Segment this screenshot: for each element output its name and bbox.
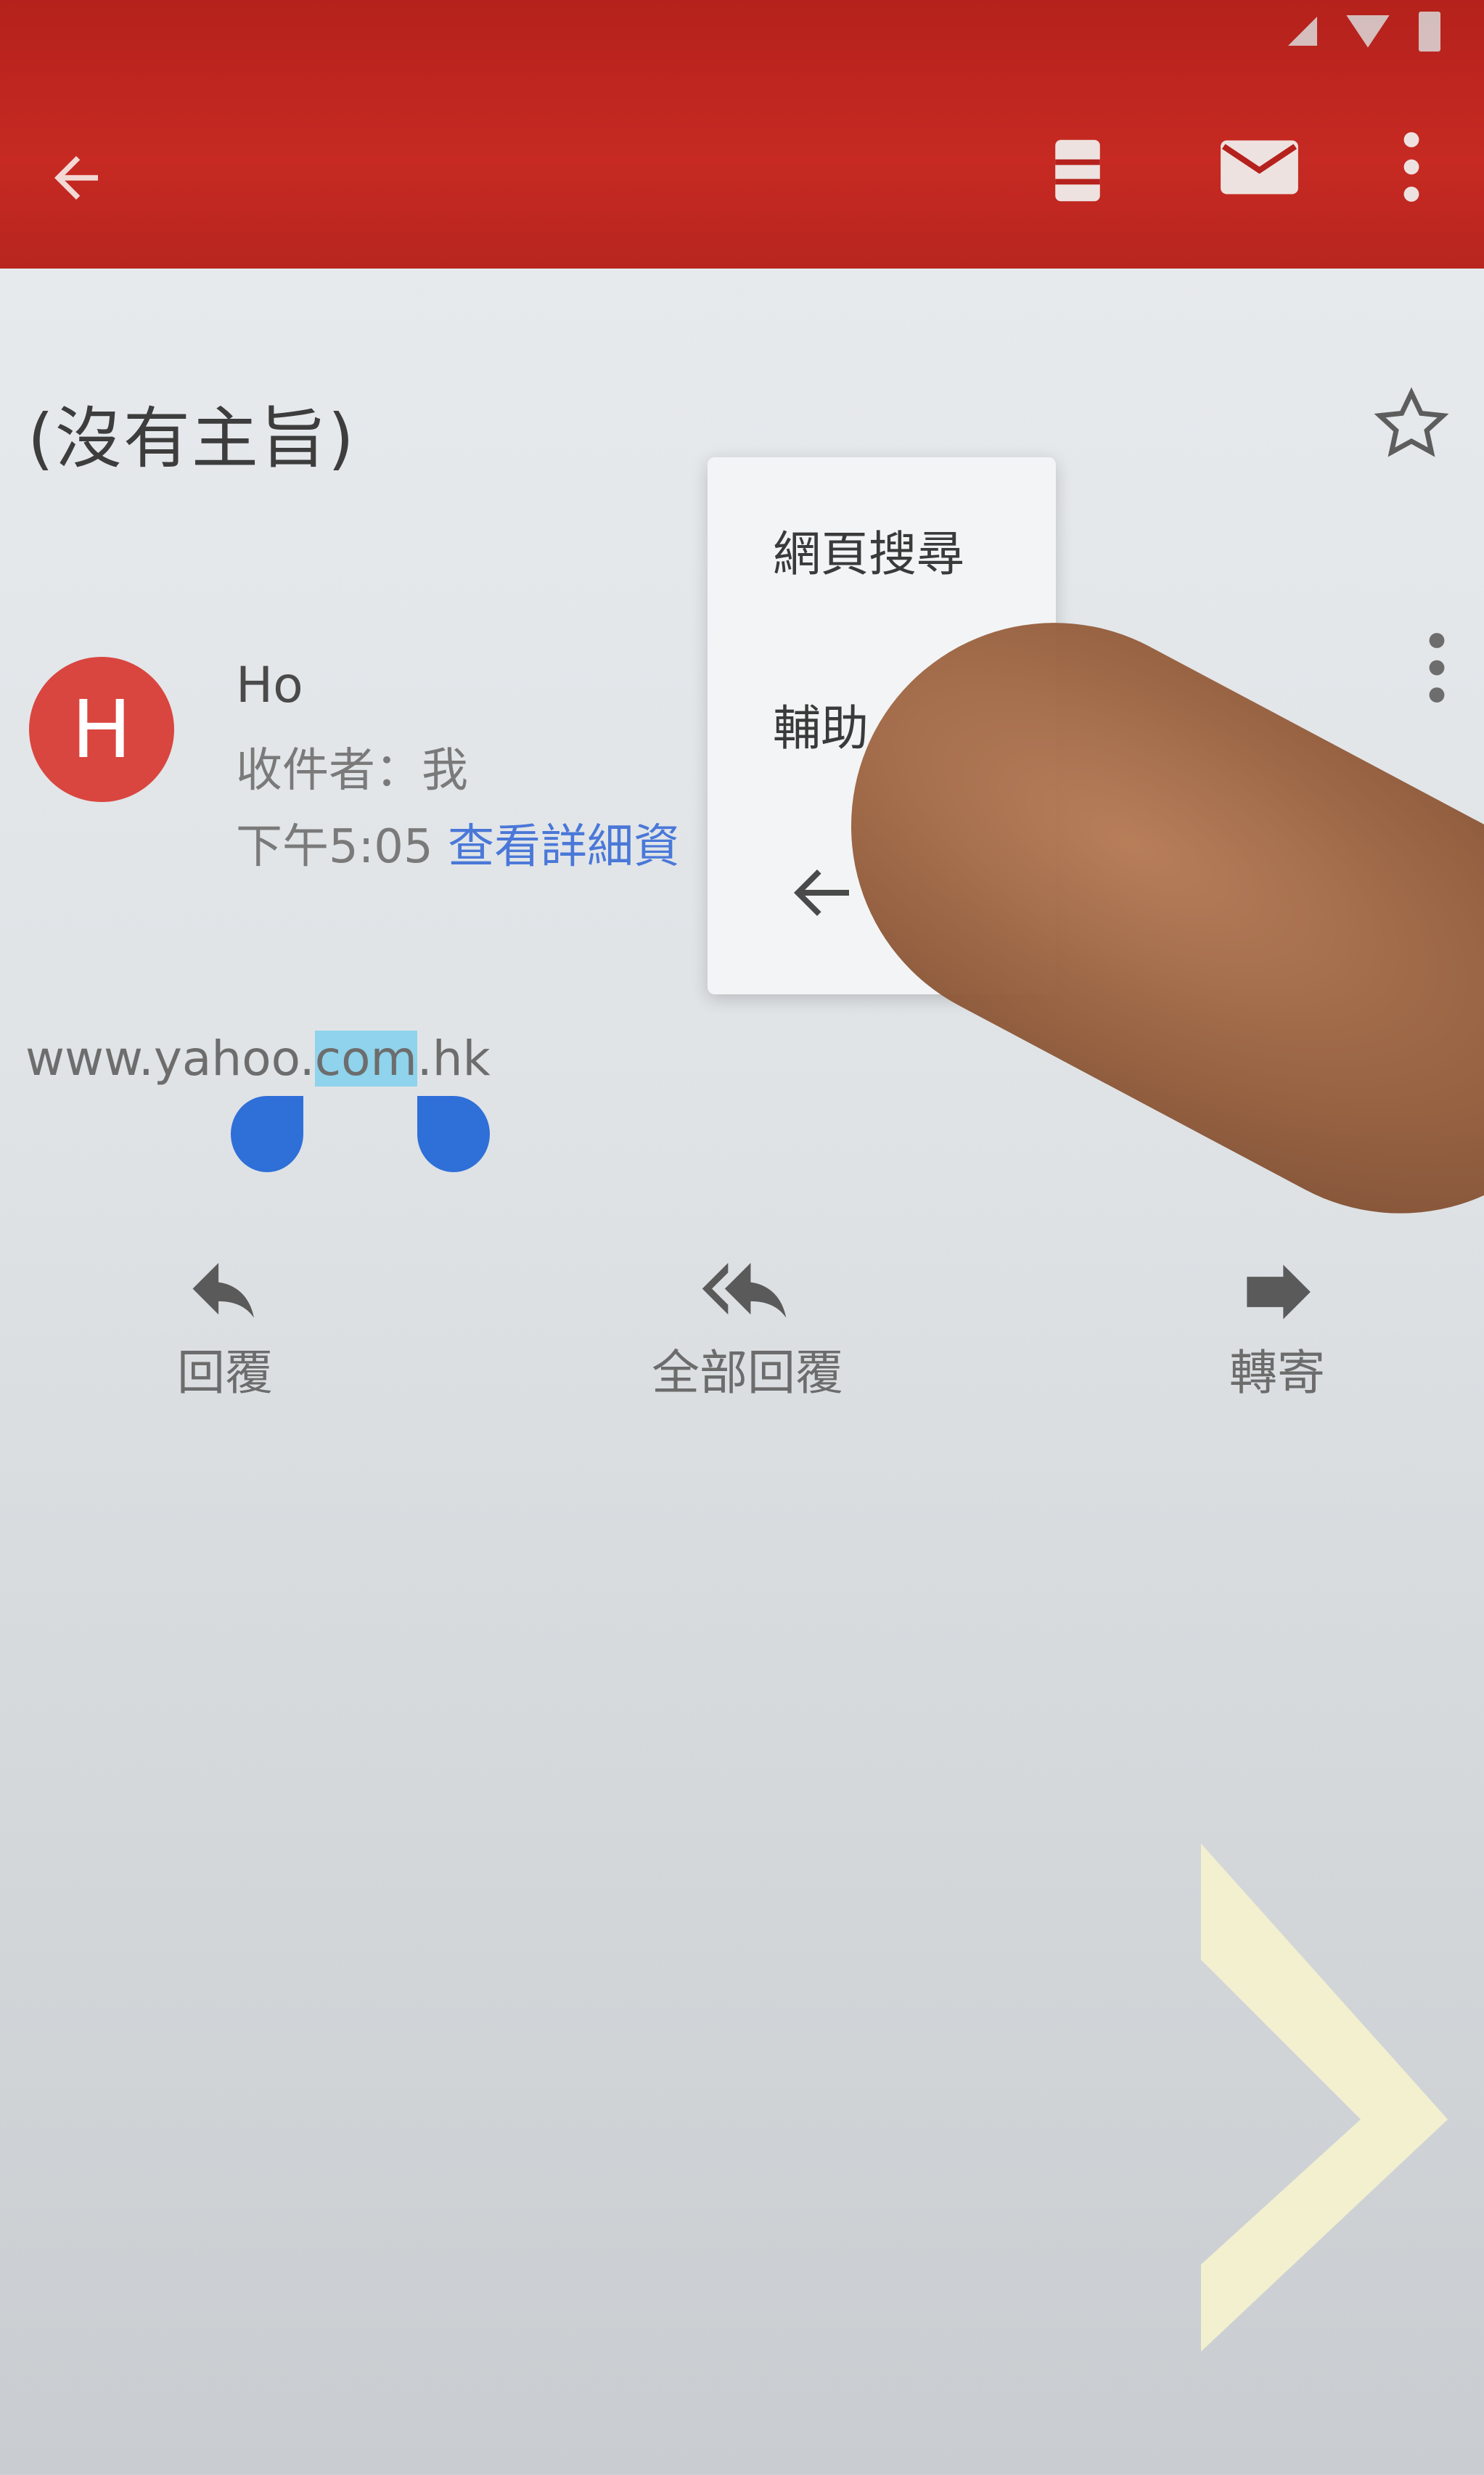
recipient-line: 收件者：我 [236, 744, 468, 798]
more-vert-icon [1403, 132, 1419, 202]
battery-icon [1419, 11, 1440, 52]
reply-button[interactable]: 回覆 [160, 1263, 290, 1404]
back-button[interactable] [36, 138, 116, 218]
wifi-icon [1346, 15, 1390, 48]
mark-unread-button[interactable] [1212, 127, 1306, 207]
reply-all-icon [702, 1263, 787, 1318]
selected-text[interactable]: com [314, 1031, 417, 1087]
body-text-prefix: www.yahoo. [25, 1031, 315, 1087]
reply-all-button[interactable]: 全部回覆 [639, 1263, 856, 1404]
next-arrow-icon[interactable] [1201, 1844, 1455, 2352]
body-text-suffix: .hk [417, 1031, 491, 1087]
signal-icon [1288, 17, 1317, 46]
email-time: 下午5:05 [236, 820, 433, 874]
menu-item-assist[interactable]: 輔助 [773, 690, 869, 759]
app-bar [0, 0, 1484, 269]
more-options-button[interactable] [1379, 123, 1444, 210]
selection-handle-end[interactable] [417, 1096, 490, 1172]
star-outline-icon[interactable] [1372, 385, 1451, 465]
menu-item-web-search[interactable]: 網頁搜尋 [773, 515, 964, 585]
arrow-back-icon [54, 156, 98, 200]
selection-handle-start[interactable] [231, 1096, 303, 1172]
time-line: 下午5:05 查看詳細資 [236, 809, 680, 876]
forward-label: 轉寄 [1229, 1345, 1325, 1401]
status-bar [1288, 6, 1440, 57]
message-more-icon[interactable] [1419, 631, 1455, 704]
forward-icon [1247, 1264, 1311, 1320]
email-subject: (沒有主旨) [28, 400, 356, 478]
sender-name: Ho [236, 657, 303, 714]
view-details-link[interactable]: 查看詳細資 [448, 820, 680, 874]
archive-button[interactable] [1038, 131, 1118, 210]
reply-icon [192, 1263, 254, 1318]
forward-button[interactable]: 轉寄 [1205, 1263, 1350, 1404]
reply-label: 回覆 [177, 1345, 273, 1401]
avatar[interactable]: H [29, 657, 174, 802]
mail-icon [1220, 140, 1298, 194]
reply-all-label: 全部回覆 [652, 1345, 843, 1401]
arrow-back-icon[interactable] [784, 864, 856, 922]
archive-icon [1055, 139, 1100, 202]
email-body[interactable]: www.yahoo.com.hk [25, 1031, 491, 1087]
